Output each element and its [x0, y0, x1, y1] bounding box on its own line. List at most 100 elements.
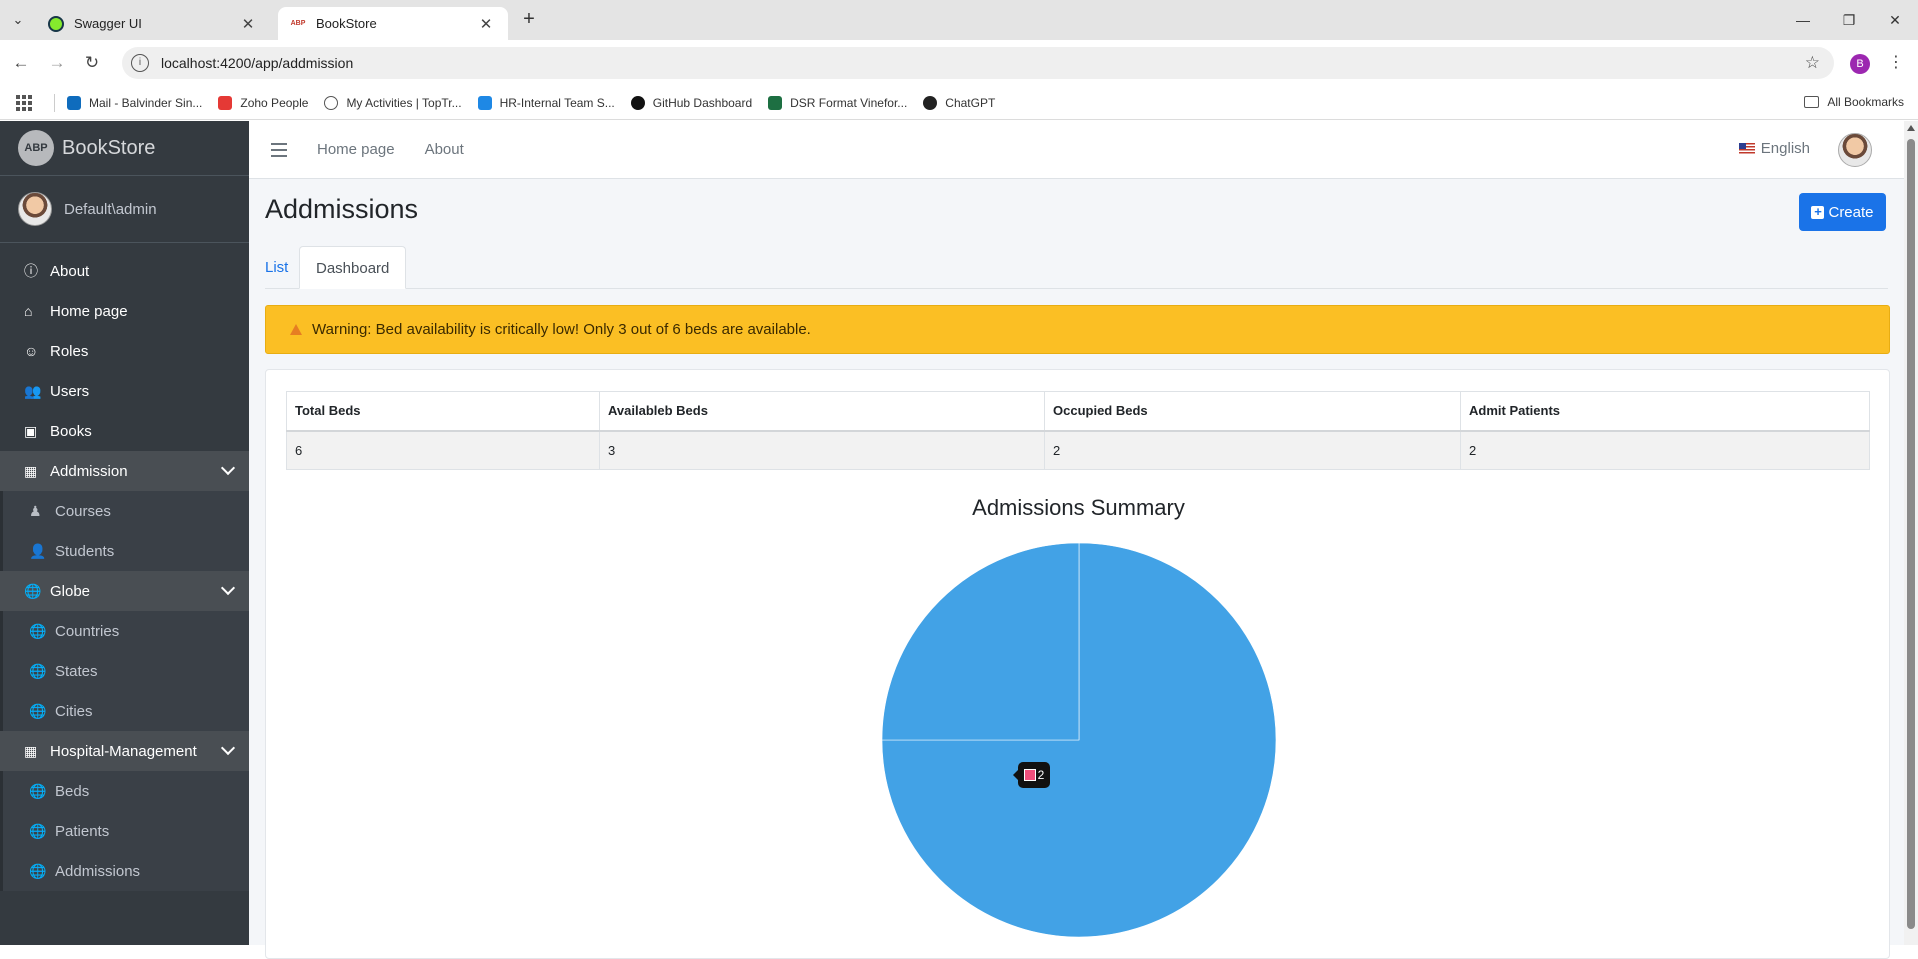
address-bar[interactable]: i localhost:4200/app/addmission ☆ — [122, 47, 1834, 79]
sidebar-item-cities[interactable]: 🌐 Cities — [0, 691, 249, 731]
sidebar-item-courses[interactable]: ♟ Courses — [0, 491, 249, 531]
user-name: Default\admin — [64, 200, 157, 218]
warning-alert: Warning: Bed availability is critically … — [265, 305, 1890, 354]
minimize-window-button[interactable]: — — [1780, 8, 1826, 32]
bookmark-chatgpt[interactable]: ChatGPT — [923, 95, 995, 110]
sidebar-item-books[interactable]: ▣ Books — [0, 411, 249, 451]
bookmark-my-activities[interactable]: My Activities | TopTr... — [324, 95, 462, 110]
header-admit-patients: Admit Patients — [1460, 391, 1870, 432]
tab-dashboard[interactable]: Dashboard — [299, 246, 407, 289]
browser-tab-strip: ⌄ Swagger UI ✕ ABP BookStore ✕ + — ❐ ✕ — [0, 0, 1918, 40]
close-window-button[interactable]: ✕ — [1872, 8, 1918, 32]
folder-icon — [1804, 96, 1820, 108]
restore-window-button[interactable]: ❐ — [1826, 8, 1872, 32]
profile-avatar-button[interactable]: B — [1850, 54, 1870, 74]
browser-tab-bookstore[interactable]: ABP BookStore ✕ — [278, 7, 508, 40]
zoho-icon — [218, 95, 233, 110]
us-flag-icon — [1738, 143, 1755, 154]
sidebar-item-users[interactable]: 👥 Users — [0, 371, 249, 411]
header-available-beds: Availableb Beds — [599, 391, 1045, 432]
admissions-pie-chart[interactable] — [879, 540, 1279, 940]
all-bookmarks-button[interactable]: All Bookmarks — [1804, 95, 1904, 109]
page-scrollbar[interactable] — [1904, 121, 1918, 945]
topnav-home-link[interactable]: Home page — [317, 141, 395, 158]
sidebar-item-students[interactable]: 👤 Students — [0, 531, 249, 571]
warning-text: Warning: Bed availability is critically … — [312, 321, 811, 338]
back-button[interactable]: ← — [9, 51, 33, 75]
browser-menu-button[interactable]: ⋮ — [1888, 52, 1904, 74]
sidebar-item-about[interactable]: ⓘ About — [0, 251, 249, 291]
create-button[interactable]: + Create — [1799, 193, 1886, 231]
scrollbar-thumb[interactable] — [1907, 139, 1915, 929]
new-tab-button[interactable]: + — [518, 9, 540, 31]
site-info-icon[interactable]: i — [131, 54, 149, 72]
sidebar-item-label: Home page — [50, 302, 128, 320]
create-label: Create — [1828, 203, 1874, 221]
tooltip-swatch — [1023, 769, 1036, 781]
sidebar-item-hospital-management[interactable]: ▦ Hospital-Management — [0, 731, 249, 771]
all-bookmarks-label: All Bookmarks — [1827, 95, 1904, 109]
globe-icon: 🌐 — [29, 822, 47, 839]
book-icon: ▣ — [24, 422, 38, 439]
excel-icon — [768, 95, 783, 110]
chart-title: Admissions Summary — [972, 495, 1185, 520]
tab-title: BookStore — [316, 16, 377, 31]
reload-button[interactable]: ↻ — [80, 51, 104, 75]
sidebar-item-label: Addmission — [50, 462, 128, 480]
masks-icon: ☺ — [24, 343, 39, 359]
globe-icon: 🌐 — [24, 582, 42, 599]
brand-name: BookStore — [62, 136, 156, 159]
sidebar-item-beds[interactable]: 🌐 Beds — [0, 771, 249, 811]
sidebar-item-label: Users — [50, 382, 90, 400]
sidebar-item-countries[interactable]: 🌐 Countries — [0, 611, 249, 651]
bookmarks-divider — [54, 93, 55, 112]
sidebar-item-home-page[interactable]: ⌂ Home page — [0, 291, 249, 331]
sidebar-item-globe[interactable]: 🌐 Globe — [0, 571, 249, 611]
forward-button[interactable]: → — [45, 51, 69, 75]
pie-slice-1[interactable] — [881, 542, 1080, 741]
bookmark-mail[interactable]: Mail - Balvinder Sin... — [67, 95, 202, 110]
globe-icon: 🌐 — [29, 702, 47, 719]
sidebar-item-addmission[interactable]: ▦ Addmission — [0, 451, 249, 491]
hospital-icon: ▦ — [24, 742, 38, 759]
sidebar-item-label: Hospital-Management — [50, 742, 197, 760]
url-text[interactable]: localhost:4200/app/addmission — [161, 55, 353, 71]
sidebar-item-addmissions[interactable]: 🌐 Addmissions — [0, 851, 249, 891]
hamburger-menu-icon[interactable] — [271, 142, 287, 157]
user-menu-avatar[interactable] — [1838, 133, 1872, 167]
chevron-down-icon — [220, 460, 236, 476]
apps-grid-icon[interactable] — [16, 94, 32, 111]
tab-list[interactable]: List — [249, 246, 304, 289]
close-tab-icon[interactable]: ✕ — [238, 15, 258, 33]
sidebar: ABP BookStore Default\admin ⓘ About ⌂ Home… — [0, 121, 249, 945]
cell-admit-patients: 2 — [1460, 430, 1870, 470]
language-selector[interactable]: English — [1738, 140, 1810, 157]
sidebar-item-label: Cities — [55, 702, 93, 720]
scroll-up-arrow-icon[interactable] — [1907, 125, 1915, 131]
browser-tab-swagger[interactable]: Swagger UI ✕ — [36, 7, 270, 40]
globe-icon: 🌐 — [29, 862, 47, 879]
bookmark-zoho-people[interactable]: Zoho People — [218, 95, 308, 110]
sidebar-item-roles[interactable]: ☺ Roles — [0, 331, 249, 371]
outlook-icon — [67, 95, 81, 110]
tab-search-button[interactable]: ⌄ — [6, 9, 30, 31]
user-panel[interactable]: Default\admin — [0, 176, 249, 243]
bookmark-github-dashboard[interactable]: GitHub Dashboard — [630, 95, 752, 110]
brand-link[interactable]: ABP BookStore — [0, 121, 249, 176]
bookmark-star-icon[interactable]: ☆ — [1805, 53, 1820, 73]
warning-icon — [290, 324, 302, 335]
sidebar-item-label: Addmissions — [55, 862, 141, 880]
sidebar-item-label: States — [55, 662, 98, 680]
sidebar-item-states[interactable]: 🌐 States — [0, 651, 249, 691]
app-root: ABP BookStore Default\admin ⓘ About ⌂ Home… — [0, 121, 1918, 959]
bookmark-dsr-format[interactable]: DSR Format Vinefor... — [768, 95, 907, 110]
cell-total-beds: 6 — [286, 430, 600, 470]
top-navbar: Home page About English — [249, 121, 1904, 179]
dashboard-card: Total Beds Availableb Beds Occupied Beds… — [265, 369, 1890, 959]
chatgpt-icon — [923, 95, 938, 110]
sidebar-item-patients[interactable]: 🌐 Patients — [0, 811, 249, 851]
topnav-about-link[interactable]: About — [425, 141, 464, 158]
bookmark-hr-internal[interactable]: HR-Internal Team S... — [477, 95, 615, 110]
close-tab-icon[interactable]: ✕ — [476, 15, 496, 33]
header-total-beds: Total Beds — [286, 391, 600, 432]
